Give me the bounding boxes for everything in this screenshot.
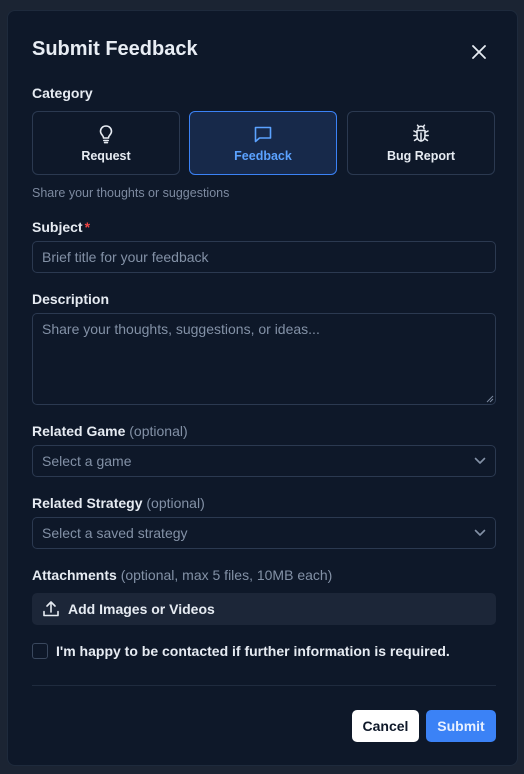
related-game-label-text: Related Game bbox=[32, 423, 126, 439]
bug-icon bbox=[413, 123, 429, 142]
chevron-down-icon bbox=[474, 529, 486, 536]
related-game-label: Related Game (optional) bbox=[32, 423, 188, 439]
related-strategy-select[interactable]: Select a saved strategy bbox=[32, 517, 496, 549]
footer-divider bbox=[32, 685, 496, 686]
subject-placeholder: Brief title for your feedback bbox=[42, 249, 209, 265]
attachments-label-text: Attachments bbox=[32, 567, 117, 583]
cancel-button[interactable]: Cancel bbox=[352, 710, 419, 742]
attachments-label: Attachments (optional, max 5 files, 10MB… bbox=[32, 567, 332, 583]
add-attachments-label: Add Images or Videos bbox=[68, 601, 215, 617]
related-strategy-label: Related Strategy (optional) bbox=[32, 495, 205, 511]
related-game-optional: (optional) bbox=[129, 423, 188, 439]
category-label: Category bbox=[32, 85, 93, 101]
description-label: Description bbox=[32, 291, 110, 307]
subject-label: Subject * bbox=[32, 219, 90, 235]
upload-icon bbox=[43, 601, 59, 617]
category-request-label: Request bbox=[81, 148, 131, 163]
related-strategy-optional: (optional) bbox=[146, 495, 205, 511]
contact-consent-label[interactable]: I'm happy to be contacted if further inf… bbox=[56, 643, 450, 659]
description-placeholder: Share your thoughts, suggestions, or ide… bbox=[42, 321, 320, 337]
category-bug-report-label: Bug Report bbox=[386, 148, 456, 163]
submit-button[interactable]: Submit bbox=[426, 710, 496, 742]
category-feedback-label: Feedback bbox=[234, 148, 292, 163]
submit-feedback-dialog: Submit Feedback Category Request Feedbac… bbox=[7, 10, 518, 766]
close-button[interactable] bbox=[468, 41, 490, 63]
category-bug-report-button[interactable]: Bug Report bbox=[347, 111, 495, 175]
contact-consent-checkbox[interactable] bbox=[32, 643, 48, 659]
add-attachments-button[interactable]: Add Images or Videos bbox=[32, 593, 496, 625]
close-icon bbox=[472, 45, 486, 59]
related-game-select[interactable]: Select a game bbox=[32, 445, 496, 477]
attachments-optional: (optional, max 5 files, 10MB each) bbox=[120, 567, 333, 583]
resize-handle-icon[interactable] bbox=[485, 394, 494, 403]
related-strategy-label-text: Related Strategy bbox=[32, 495, 143, 511]
subject-label-text: Subject bbox=[32, 219, 83, 235]
category-request-button[interactable]: Request bbox=[32, 111, 180, 175]
required-marker: * bbox=[84, 219, 91, 235]
category-feedback-button[interactable]: Feedback bbox=[189, 111, 337, 175]
lightbulb-icon bbox=[99, 124, 113, 143]
related-game-placeholder: Select a game bbox=[42, 453, 132, 469]
category-hint: Share your thoughts or suggestions bbox=[32, 186, 230, 200]
chevron-down-icon bbox=[474, 457, 486, 464]
dialog-title: Submit Feedback bbox=[32, 38, 198, 60]
description-textarea[interactable]: Share your thoughts, suggestions, or ide… bbox=[32, 313, 496, 405]
subject-input[interactable]: Brief title for your feedback bbox=[32, 241, 496, 273]
related-strategy-placeholder: Select a saved strategy bbox=[42, 525, 188, 541]
message-square-icon bbox=[254, 126, 272, 142]
